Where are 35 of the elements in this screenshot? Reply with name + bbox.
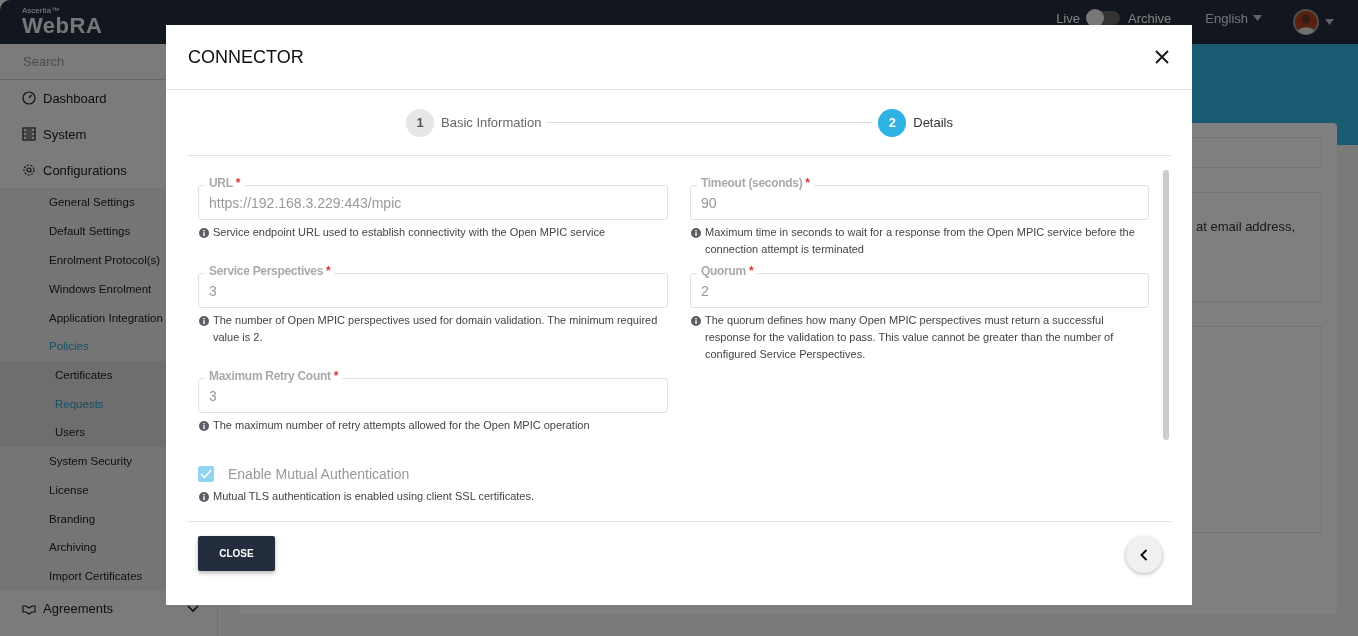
step[interactable]: 1 Basic Information: [406, 108, 542, 137]
sidebar-item[interactable]: Dashboard: [0, 80, 217, 116]
sidebar-item[interactable]: System: [0, 116, 217, 152]
sidebar-item[interactable]: Agreements: [0, 590, 217, 627]
brand-caption: Ascertia™: [22, 7, 60, 15]
info-icon: [199, 316, 209, 326]
chevron-icon[interactable]: [187, 604, 199, 613]
gauge-icon: [22, 91, 36, 105]
info-icon: [199, 228, 209, 238]
caret-icon: [1253, 15, 1262, 21]
checkbox-label: Enable Mutual Authentication: [228, 466, 410, 482]
archive-label: Archive: [1128, 10, 1172, 26]
help-text: The quorum defines how many Open MPIC perspectives must return a successful response for the validation to pass. This value cannot be greater than the number of configured Service Perspectives.: [705, 313, 1115, 362]
info-icon: [199, 421, 209, 431]
info-icon: [691, 228, 701, 238]
live-archive-toggle[interactable]: [1088, 11, 1120, 25]
scrollbar[interactable]: [1163, 170, 1169, 440]
server-icon: [22, 127, 36, 141]
panel-text: at email address,: [1196, 218, 1295, 234]
language-dropdown[interactable]: English: [1205, 10, 1262, 26]
gear-icon: [22, 163, 36, 177]
brand-logo[interactable]: WebRA: [22, 15, 103, 37]
info-icon: [199, 492, 209, 502]
back-button[interactable]: [1126, 537, 1162, 573]
help-text: Maximum time in seconds to wait for a response from the Open MPIC service before the connection attempt is terminated: [705, 225, 1136, 257]
chevron-left-icon: [1140, 549, 1148, 561]
dialog-title: CONNECTOR: [188, 46, 304, 68]
avatar-icon[interactable]: [1292, 8, 1320, 36]
help-text: The maximum number of retry attempts allowed for the Open MPIC operation: [213, 418, 590, 433]
close-icon[interactable]: [1155, 50, 1169, 64]
caret-icon[interactable]: [1325, 19, 1334, 25]
live-label: Live: [1056, 10, 1080, 26]
step[interactable]: 2 Details: [878, 108, 953, 137]
info-icon: [691, 316, 701, 326]
close-button[interactable]: CLOSE: [198, 536, 275, 571]
